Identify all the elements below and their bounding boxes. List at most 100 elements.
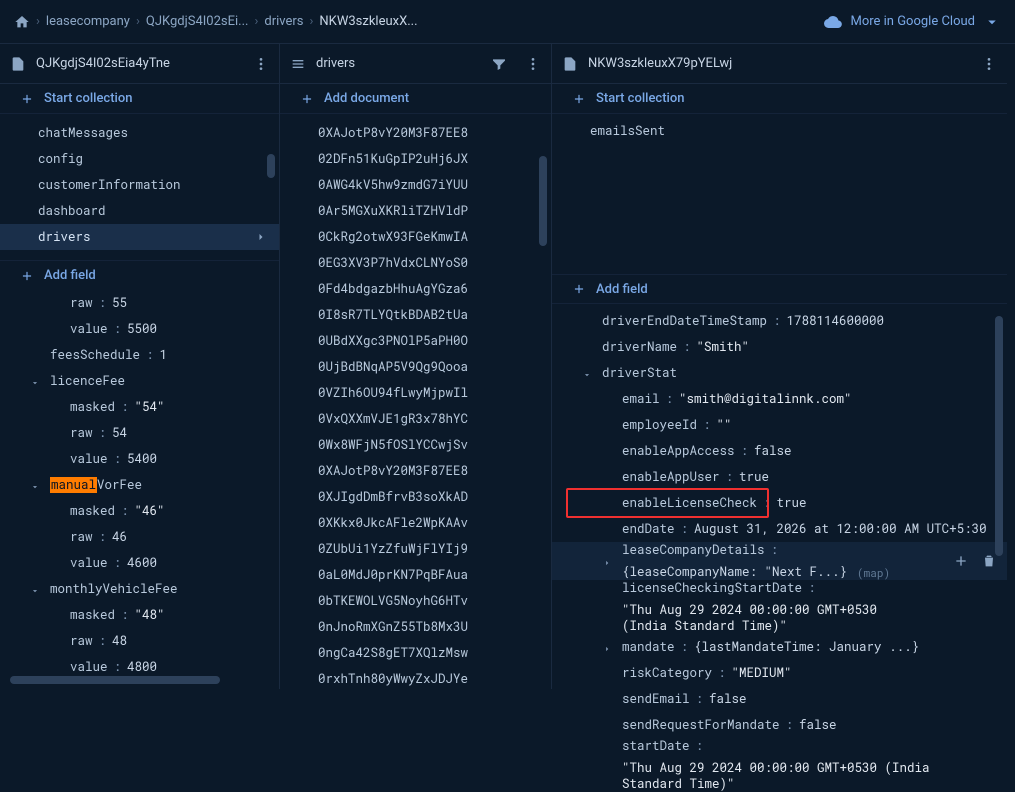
field-row[interactable]: driverName:"Smith" <box>552 334 1007 360</box>
field-row[interactable]: riskCategory:"MEDIUM" <box>552 660 1007 686</box>
document-row[interactable]: 0I8sR7TLYQtkBDAB2tUa <box>280 302 551 328</box>
start-collection-button[interactable]: Start collection <box>552 84 1007 114</box>
more-icon[interactable] <box>981 56 997 72</box>
breadcrumb-item[interactable]: QJKgdjS4I02sEi... <box>146 14 249 29</box>
field-row[interactable]: masked:"48" <box>0 602 279 628</box>
collection-row[interactable]: drivers <box>0 224 279 250</box>
field-row[interactable]: driverEndDateTimeStamp:1788114600000 <box>552 308 1007 334</box>
document-row[interactable]: 0rxhTnh80yWwyZxJDJYe <box>280 666 551 689</box>
field-row[interactable]: employeeId:"" <box>552 412 1007 438</box>
vertical-scrollbar-thumb[interactable] <box>267 154 275 178</box>
field-row[interactable]: endDate:August 31, 2026 at 12:00:00 AM U… <box>552 516 1007 542</box>
field-row[interactable]: value:5400 <box>0 446 279 472</box>
field-row[interactable]: raw:48 <box>0 628 279 654</box>
field-row[interactable]: startDate:"Thu Aug 29 2024 00:00:00 GMT+… <box>552 738 1007 792</box>
subcollection-row[interactable]: emailsSent <box>552 118 1007 144</box>
document-row[interactable]: 0XAJotP8vY20M3F87EE8 <box>280 120 551 146</box>
field-row[interactable]: sendEmail:false <box>552 686 1007 712</box>
disclosure-triangle-icon[interactable] <box>602 556 612 566</box>
add-icon[interactable] <box>953 553 969 569</box>
document-row[interactable]: 0AWG4kV5hw9zmdG7iYUU <box>280 172 551 198</box>
breadcrumb-item[interactable]: NKW3szkleuxX... <box>319 14 417 29</box>
document-row[interactable]: 0XAJotP8vY20M3F87EE8 <box>280 458 551 484</box>
document-row[interactable]: 0XKkx0JkcAFle2WpKAAv <box>280 510 551 536</box>
collection-row[interactable]: dashboard <box>0 198 279 224</box>
document-row[interactable]: 0Fd4bdgazbHhuAgYGza6 <box>280 276 551 302</box>
collection-row[interactable]: chatMessages <box>0 120 279 146</box>
field-row[interactable]: masked:"54" <box>0 394 279 420</box>
document-row[interactable]: 0CkRg2otwX93FGeKmwIA <box>280 224 551 250</box>
vertical-scrollbar-thumb[interactable] <box>995 316 1003 556</box>
field-row[interactable]: value:4600 <box>0 550 279 576</box>
field-key: startDate <box>622 738 690 754</box>
document-row[interactable]: 0VxQXXmVJE1gR3x78hYC <box>280 406 551 432</box>
vertical-scrollbar[interactable] <box>539 156 549 679</box>
field-colon: : <box>666 391 674 407</box>
horizontal-scrollbar-thumb[interactable] <box>10 676 220 684</box>
document-row[interactable]: 0ZUbUi1YzZfuWjFlYIj9 <box>280 536 551 562</box>
collection-row[interactable]: customerInformation <box>0 172 279 198</box>
disclosure-triangle-icon[interactable] <box>30 480 40 490</box>
document-row[interactable]: 0UjBdBNqAP5V9Qg9Qooa <box>280 354 551 380</box>
vertical-scrollbar[interactable] <box>267 154 277 679</box>
filter-icon[interactable] <box>491 56 507 72</box>
field-row[interactable]: licenseCheckingStartDate:"Thu Aug 29 202… <box>552 580 1007 634</box>
more-icon[interactable] <box>253 56 269 72</box>
more-in-google-cloud-link[interactable]: More in Google Cloud <box>824 13 1001 31</box>
vertical-scrollbar-thumb[interactable] <box>539 156 547 246</box>
vertical-scrollbar[interactable] <box>995 316 1005 649</box>
field-row[interactable]: raw:54 <box>0 420 279 446</box>
field-row[interactable]: masked:"46" <box>0 498 279 524</box>
field-value: {lastMandateTime: January ...} <box>694 639 919 655</box>
field-row[interactable]: monthlyVehicleFee <box>0 576 279 602</box>
breadcrumb-item[interactable]: leasecompany <box>46 14 130 29</box>
field-row[interactable]: raw:55 <box>0 290 279 316</box>
document-row[interactable]: 0nJnoRmXGnZ55Tb8Mx3U <box>280 614 551 640</box>
document-row[interactable]: 0ngCa42S8gET7XQlzMsw <box>280 640 551 666</box>
field-key: manualVorFee <box>50 477 142 493</box>
document-row[interactable]: 0VZIh6OU94fLwyMjpwIl <box>280 380 551 406</box>
document-row[interactable]: 0Wx8WFjN5fOSlYCCwjSv <box>280 432 551 458</box>
document-row[interactable]: 0UBdXXgc3PNOlP5aPH0O <box>280 328 551 354</box>
field-colon: : <box>114 451 122 467</box>
field-row[interactable]: feesSchedule:1 <box>0 342 279 368</box>
disclosure-triangle-icon[interactable] <box>30 584 40 594</box>
document-row[interactable]: 0bTKEWOLVG5NoyhG6HTv <box>280 588 551 614</box>
add-field-button[interactable]: Add field <box>552 274 1007 304</box>
start-collection-button[interactable]: Start collection <box>0 84 279 114</box>
field-row[interactable]: value:5500 <box>0 316 279 342</box>
field-value: "smith@digitalinnk.com" <box>679 391 852 407</box>
field-value: 5400 <box>127 451 157 467</box>
field-colon: : <box>786 717 794 733</box>
field-row[interactable]: enableAppUser:true <box>552 464 1007 490</box>
collection-row[interactable]: config <box>0 146 279 172</box>
document-row[interactable]: 0aL0MdJ0prKN7PqBFAua <box>280 562 551 588</box>
field-row[interactable]: driverStat <box>552 360 1007 386</box>
field-row[interactable]: leaseCompanyDetails:{leaseCompanyName: "… <box>552 542 1007 580</box>
field-row[interactable]: mandate:{lastMandateTime: January ...} <box>552 634 1007 660</box>
more-icon[interactable] <box>525 56 541 72</box>
field-colon: : <box>683 339 691 355</box>
field-row[interactable]: licenceFee <box>0 368 279 394</box>
horizontal-scrollbar[interactable] <box>10 675 265 685</box>
document-row[interactable]: 02DFn51KuGpIP2uHj6JX <box>280 146 551 172</box>
field-key: value <box>70 321 108 337</box>
field-row[interactable]: raw:46 <box>0 524 279 550</box>
field-key: masked <box>70 607 115 623</box>
add-document-button[interactable]: Add document <box>280 84 551 114</box>
disclosure-triangle-icon[interactable] <box>602 642 612 652</box>
field-row[interactable]: manualVorFee <box>0 472 279 498</box>
disclosure-triangle-icon[interactable] <box>582 368 592 378</box>
field-row[interactable]: sendRequestForMandate:false <box>552 712 1007 738</box>
document-row[interactable]: 0XJIgdDmBfrvB3soXkAD <box>280 484 551 510</box>
document-row[interactable]: 0Ar5MGXuXKRliTZHVldP <box>280 198 551 224</box>
field-value: 4800 <box>127 659 157 675</box>
breadcrumb-item[interactable]: drivers <box>264 14 303 29</box>
add-field-button[interactable]: Add field <box>0 260 279 290</box>
home-icon[interactable] <box>14 14 30 30</box>
field-row[interactable]: email:"smith@digitalinnk.com" <box>552 386 1007 412</box>
document-row[interactable]: 0EG3XV3P7hVdxCLNYoS0 <box>280 250 551 276</box>
field-row[interactable]: enableAppAccess:false <box>552 438 1007 464</box>
disclosure-triangle-icon[interactable] <box>30 376 40 386</box>
field-row[interactable]: enableLicenseCheck:true <box>552 490 1007 516</box>
